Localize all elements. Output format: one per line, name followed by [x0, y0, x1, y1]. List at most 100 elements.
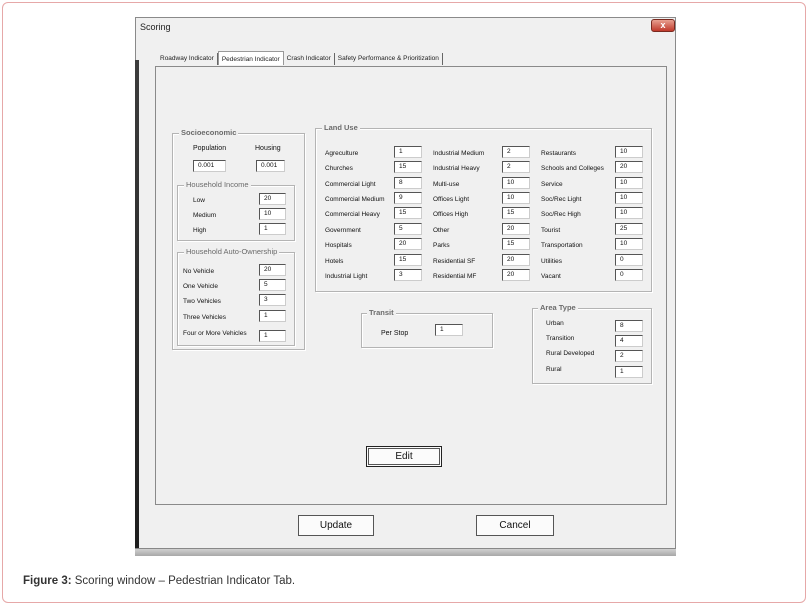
land-use-label: Schools and Colleges: [541, 165, 604, 172]
household-income-title: Household Income: [184, 180, 251, 189]
transit-title: Transit: [367, 308, 396, 317]
land-use-label: Service: [541, 181, 563, 188]
three-vehicles-field[interactable]: 1: [259, 310, 286, 322]
land-use-field[interactable]: 10: [615, 192, 643, 204]
population-field[interactable]: 0.001: [193, 160, 226, 172]
window-shadow-strip: [135, 60, 139, 550]
income-medium-label: Medium: [193, 212, 217, 219]
land-use-label: Commercial Medium: [325, 196, 385, 203]
land-use-label: Agreculture: [325, 150, 359, 157]
area-type-title: Area Type: [538, 303, 578, 312]
land-use-field[interactable]: 20: [502, 269, 530, 281]
population-label: Population: [193, 145, 227, 152]
land-use-label: Industrial Heavy: [433, 165, 480, 172]
land-use-field[interactable]: 10: [502, 192, 530, 204]
window-title: Scoring: [140, 22, 171, 32]
land-use-title: Land Use: [322, 123, 360, 132]
land-use-field[interactable]: 15: [394, 254, 422, 266]
land-use-label: Industrial Light: [325, 273, 368, 280]
close-button[interactable]: x: [651, 19, 675, 32]
land-use-field[interactable]: 20: [615, 161, 643, 173]
income-high-field[interactable]: 1: [259, 223, 286, 235]
land-use-label: Government: [325, 227, 361, 234]
per-stop-label: Per Stop: [381, 330, 409, 337]
land-use-field[interactable]: 0: [615, 254, 643, 266]
land-use-field[interactable]: 15: [394, 161, 422, 173]
land-use-field[interactable]: 10: [615, 207, 643, 219]
land-use-field[interactable]: 10: [615, 146, 643, 158]
housing-field[interactable]: 0.001: [256, 160, 285, 172]
auto-ownership-title: Household Auto-Ownership: [184, 247, 280, 256]
land-use-field[interactable]: 20: [502, 223, 530, 235]
one-vehicle-label: One Vehicle: [183, 283, 219, 290]
land-use-field[interactable]: 3: [394, 269, 422, 281]
four-vehicles-label: Four or More Vehicles: [183, 330, 247, 337]
land-use-field[interactable]: 8: [394, 177, 422, 189]
land-use-field[interactable]: 2: [502, 146, 530, 158]
urban-field[interactable]: 8: [615, 320, 643, 332]
income-low-field[interactable]: 20: [259, 193, 286, 205]
rural-developed-field[interactable]: 2: [615, 350, 643, 362]
tab-roadway-indicator[interactable]: Roadway Indicator: [157, 53, 218, 65]
land-use-field[interactable]: 2: [502, 161, 530, 173]
land-use-label: Soc/Rec High: [541, 211, 581, 218]
land-use-label: Hospitals: [325, 242, 352, 249]
transition-field[interactable]: 4: [615, 335, 643, 347]
income-high-label: High: [193, 227, 207, 234]
land-use-field[interactable]: 15: [502, 207, 530, 219]
land-use-field[interactable]: 25: [615, 223, 643, 235]
no-vehicle-field[interactable]: 20: [259, 264, 286, 276]
land-use-field[interactable]: 0: [615, 269, 643, 281]
land-use-label: Multi-use: [433, 181, 460, 188]
one-vehicle-field[interactable]: 5: [259, 279, 286, 291]
land-use-label: Tourist: [541, 227, 561, 234]
tab-safety-performance[interactable]: Safety Performance & Prioritization: [334, 53, 443, 65]
land-use-field[interactable]: 20: [394, 238, 422, 250]
land-use-label: Transportation: [541, 242, 583, 249]
four-vehicles-field[interactable]: 1: [259, 330, 286, 342]
rural-label: Rural: [546, 366, 562, 373]
cancel-button[interactable]: Cancel: [476, 515, 554, 536]
land-use-field[interactable]: 15: [502, 238, 530, 250]
land-use-label: Offices Light: [433, 196, 470, 203]
urban-label: Urban: [546, 320, 564, 327]
per-stop-field[interactable]: 1: [435, 324, 463, 336]
land-use-label: Hotels: [325, 258, 344, 265]
land-use-field[interactable]: 20: [502, 254, 530, 266]
socioeconomic-title: Socioeconomic: [179, 128, 239, 137]
land-use-field[interactable]: 15: [394, 207, 422, 219]
no-vehicle-label: No Vehicle: [183, 268, 215, 275]
land-use-label: Churches: [325, 165, 353, 172]
income-low-label: Low: [193, 197, 205, 204]
edit-button[interactable]: Edit: [366, 446, 442, 467]
land-use-field[interactable]: 9: [394, 192, 422, 204]
close-icon: x: [660, 20, 666, 30]
land-use-label: Restaurants: [541, 150, 577, 157]
income-medium-field[interactable]: 10: [259, 208, 286, 220]
land-use-label: Offices High: [433, 211, 469, 218]
housing-label: Housing: [255, 145, 281, 152]
land-use-field[interactable]: 10: [615, 238, 643, 250]
land-use-label: Parks: [433, 242, 450, 249]
land-use-field[interactable]: 10: [615, 177, 643, 189]
land-use-field[interactable]: 10: [502, 177, 530, 189]
transition-label: Transition: [546, 335, 575, 342]
rural-field[interactable]: 1: [615, 366, 643, 378]
land-use-label: Commercial Light: [325, 181, 376, 188]
two-vehicles-field[interactable]: 3: [259, 294, 286, 306]
tab-pedestrian-indicator[interactable]: Pedestrian Indicator: [217, 51, 284, 65]
figure-label: Figure 3:: [23, 575, 72, 587]
land-use-label: Industrial Medium: [433, 150, 485, 157]
land-use-label: Other: [433, 227, 450, 234]
tab-strip: Roadway Indicator Pedestrian Indicator C…: [157, 51, 443, 67]
land-use-field[interactable]: 5: [394, 223, 422, 235]
land-use-label: Vacant: [541, 273, 561, 280]
three-vehicles-label: Three Vehicles: [183, 314, 226, 321]
land-use-label: Utilities: [541, 258, 562, 265]
caption-text: Scoring window – Pedestrian Indicator Ta…: [71, 575, 296, 587]
two-vehicles-label: Two Vehicles: [183, 298, 221, 305]
rural-developed-label: Rural Developed: [546, 350, 595, 357]
tab-crash-indicator[interactable]: Crash Indicator: [283, 53, 335, 65]
update-button[interactable]: Update: [298, 515, 374, 536]
land-use-field[interactable]: 1: [394, 146, 422, 158]
